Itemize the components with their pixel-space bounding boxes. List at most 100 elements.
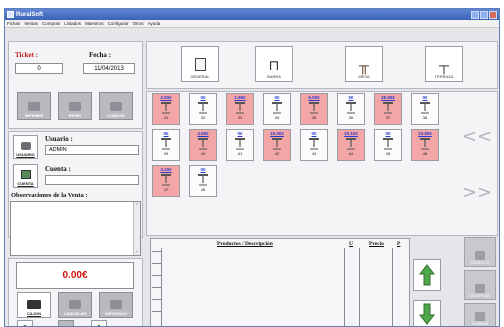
close-button[interactable] bbox=[489, 10, 497, 19]
table-icon bbox=[198, 102, 208, 114]
window-title: RuralSoft bbox=[16, 11, 43, 18]
row-tick bbox=[152, 263, 161, 264]
cuenta-label: Cuenta : bbox=[45, 165, 71, 173]
table-tile[interactable]: 5.00€ 35 bbox=[300, 93, 328, 125]
table-number: 35 bbox=[311, 115, 317, 120]
producto-button[interactable]: PRODUCTO bbox=[464, 237, 496, 267]
minimize-button[interactable] bbox=[471, 10, 479, 19]
menu-configurar[interactable]: Configurar bbox=[108, 21, 129, 26]
category-barra-label: BARRA bbox=[267, 74, 281, 79]
table-icon bbox=[383, 138, 393, 150]
table-icon: ╥ bbox=[359, 57, 369, 73]
move-up-button[interactable] bbox=[413, 259, 441, 291]
products-grid[interactable]: Productos / Descripción U Precio P bbox=[150, 238, 410, 326]
table-tile[interactable]: 0€ 34 bbox=[263, 93, 291, 125]
menu-listados[interactable]: Listados bbox=[64, 21, 81, 26]
observaciones-scrollbar[interactable]: ⌃ ⌄ bbox=[133, 202, 140, 255]
table-tile[interactable]: 0€ 32 bbox=[189, 93, 217, 125]
tables-panel: 2.50€ 31 0€ 32 1.95€ 33 0€ 34 5.00€ 35 0€ 36 25.55€ 3… bbox=[146, 91, 498, 236]
user-key-icon bbox=[20, 142, 31, 150]
cancelar-button[interactable]: CANCELAR bbox=[58, 292, 92, 318]
category-general-label: GENERAL bbox=[190, 74, 210, 79]
cobrar-label: COBRAR bbox=[107, 113, 125, 118]
modificar-button[interactable]: MODIFICAR bbox=[464, 270, 496, 300]
total-display: 0.00€ bbox=[16, 262, 134, 289]
table-icon bbox=[383, 102, 393, 114]
table-tile[interactable]: 0€ 38 bbox=[411, 93, 439, 125]
total-panel: 0.00€ CAJON CANCELAR SEPARADO ⌕ ♣ bbox=[8, 258, 143, 327]
ticket-panel: Ticket : 0 Fecha : 11/04/2013 IMPRIMIR P… bbox=[8, 41, 143, 129]
table-tile[interactable]: 0€ 36 bbox=[337, 93, 365, 125]
modificar-label: MODIFICAR bbox=[470, 294, 490, 298]
table-number: 47 bbox=[163, 187, 169, 192]
table-icon bbox=[198, 174, 208, 186]
observaciones-textarea[interactable] bbox=[10, 201, 141, 256]
category-panel: GENERAL ⊓ BARRA ╥ MESA ┬ TERRAZA bbox=[146, 41, 498, 89]
imprimir-button[interactable]: IMPRIMIR bbox=[17, 92, 51, 120]
magnifier-icon: ⌕ bbox=[22, 322, 28, 327]
separado-button[interactable]: SEPARADO bbox=[99, 292, 133, 318]
category-general[interactable]: GENERAL bbox=[181, 46, 219, 82]
menu-ayuda[interactable]: Ayuda bbox=[148, 21, 161, 26]
eliminar-button[interactable]: ELIMINAR bbox=[464, 303, 496, 326]
cajon-button[interactable]: CAJON bbox=[17, 292, 51, 318]
table-tile[interactable]: 0€ 39 bbox=[152, 129, 180, 161]
move-down-button[interactable] bbox=[413, 300, 441, 326]
table-tile[interactable]: 0€ 45 bbox=[374, 129, 402, 161]
table-tile[interactable]: 4.50€ 40 bbox=[189, 129, 217, 161]
cuenta-button[interactable]: CUENTA bbox=[13, 164, 38, 188]
umbrella-table-icon: ┬ bbox=[439, 57, 449, 73]
table-tile[interactable]: 2.50€ 31 bbox=[152, 93, 180, 125]
scroll-up-icon[interactable]: ⌃ bbox=[135, 203, 139, 209]
scroll-down-icon[interactable]: ⌄ bbox=[135, 248, 139, 254]
menu-ventas[interactable]: Ventas bbox=[24, 21, 38, 26]
table-icon bbox=[272, 102, 282, 114]
product-icon bbox=[475, 251, 485, 260]
ticket-field[interactable]: 0 bbox=[15, 63, 63, 74]
table-number: 38 bbox=[422, 115, 428, 120]
menu-compras[interactable]: Compras bbox=[42, 21, 60, 26]
table-icon bbox=[420, 102, 430, 114]
blank-button[interactable] bbox=[58, 320, 74, 326]
cobrar-button[interactable]: COBRAR bbox=[99, 92, 133, 120]
pedir-label: PEDIR bbox=[68, 113, 82, 118]
table-tile[interactable]: 4.10€ 47 bbox=[152, 165, 180, 197]
pedir-button[interactable]: PEDIR bbox=[58, 92, 92, 120]
menu-otros[interactable]: Otros bbox=[133, 21, 144, 26]
table-icon bbox=[198, 138, 208, 150]
table-tile[interactable]: 0€ 48 bbox=[189, 165, 217, 197]
usuario-button[interactable]: USUARIO bbox=[13, 135, 38, 159]
category-barra[interactable]: ⊓ BARRA bbox=[255, 46, 293, 82]
table-icon bbox=[272, 138, 282, 150]
menu-maestros[interactable]: Maestros bbox=[85, 21, 104, 26]
prev-page-button[interactable]: << bbox=[459, 114, 495, 158]
drawer-icon bbox=[27, 300, 41, 309]
search-button[interactable]: ⌕ bbox=[17, 320, 33, 327]
category-terraza[interactable]: ┬ TERRAZA bbox=[425, 46, 463, 82]
maximize-button[interactable] bbox=[480, 10, 488, 19]
table-tile[interactable]: 0€ 43 bbox=[300, 129, 328, 161]
table-number: 48 bbox=[200, 187, 206, 192]
cuenta-field[interactable] bbox=[45, 175, 139, 185]
table-tile[interactable]: 10.80€ 46 bbox=[411, 129, 439, 161]
grid-divider bbox=[392, 248, 393, 326]
row-tick bbox=[152, 251, 161, 252]
menu-fichas[interactable]: Fichas bbox=[7, 21, 20, 26]
table-tile[interactable]: 10.10€ 44 bbox=[337, 129, 365, 161]
table-tile[interactable]: 1.95€ 33 bbox=[226, 93, 254, 125]
double-left-arrow-icon: << bbox=[461, 125, 493, 147]
table-tile[interactable]: 25.55€ 37 bbox=[374, 93, 402, 125]
category-mesa[interactable]: ╥ MESA bbox=[345, 46, 383, 82]
usuario-field[interactable]: ADMIN bbox=[45, 145, 139, 155]
table-tile[interactable]: 10.00€ 42 bbox=[263, 129, 291, 161]
row-tick bbox=[152, 287, 161, 288]
usuario-button-label: USUARIO bbox=[16, 152, 35, 157]
fecha-field[interactable]: 11/04/2013 bbox=[83, 63, 135, 74]
eliminar-label: ELIMINAR bbox=[471, 322, 489, 326]
next-page-button[interactable]: >> bbox=[459, 170, 495, 214]
col-p-header: P bbox=[397, 241, 401, 247]
table-tile[interactable]: 0€ 41 bbox=[226, 129, 254, 161]
document-icon bbox=[194, 58, 206, 71]
table-number: 45 bbox=[385, 151, 391, 156]
tree-button[interactable]: ♣ bbox=[91, 320, 107, 326]
